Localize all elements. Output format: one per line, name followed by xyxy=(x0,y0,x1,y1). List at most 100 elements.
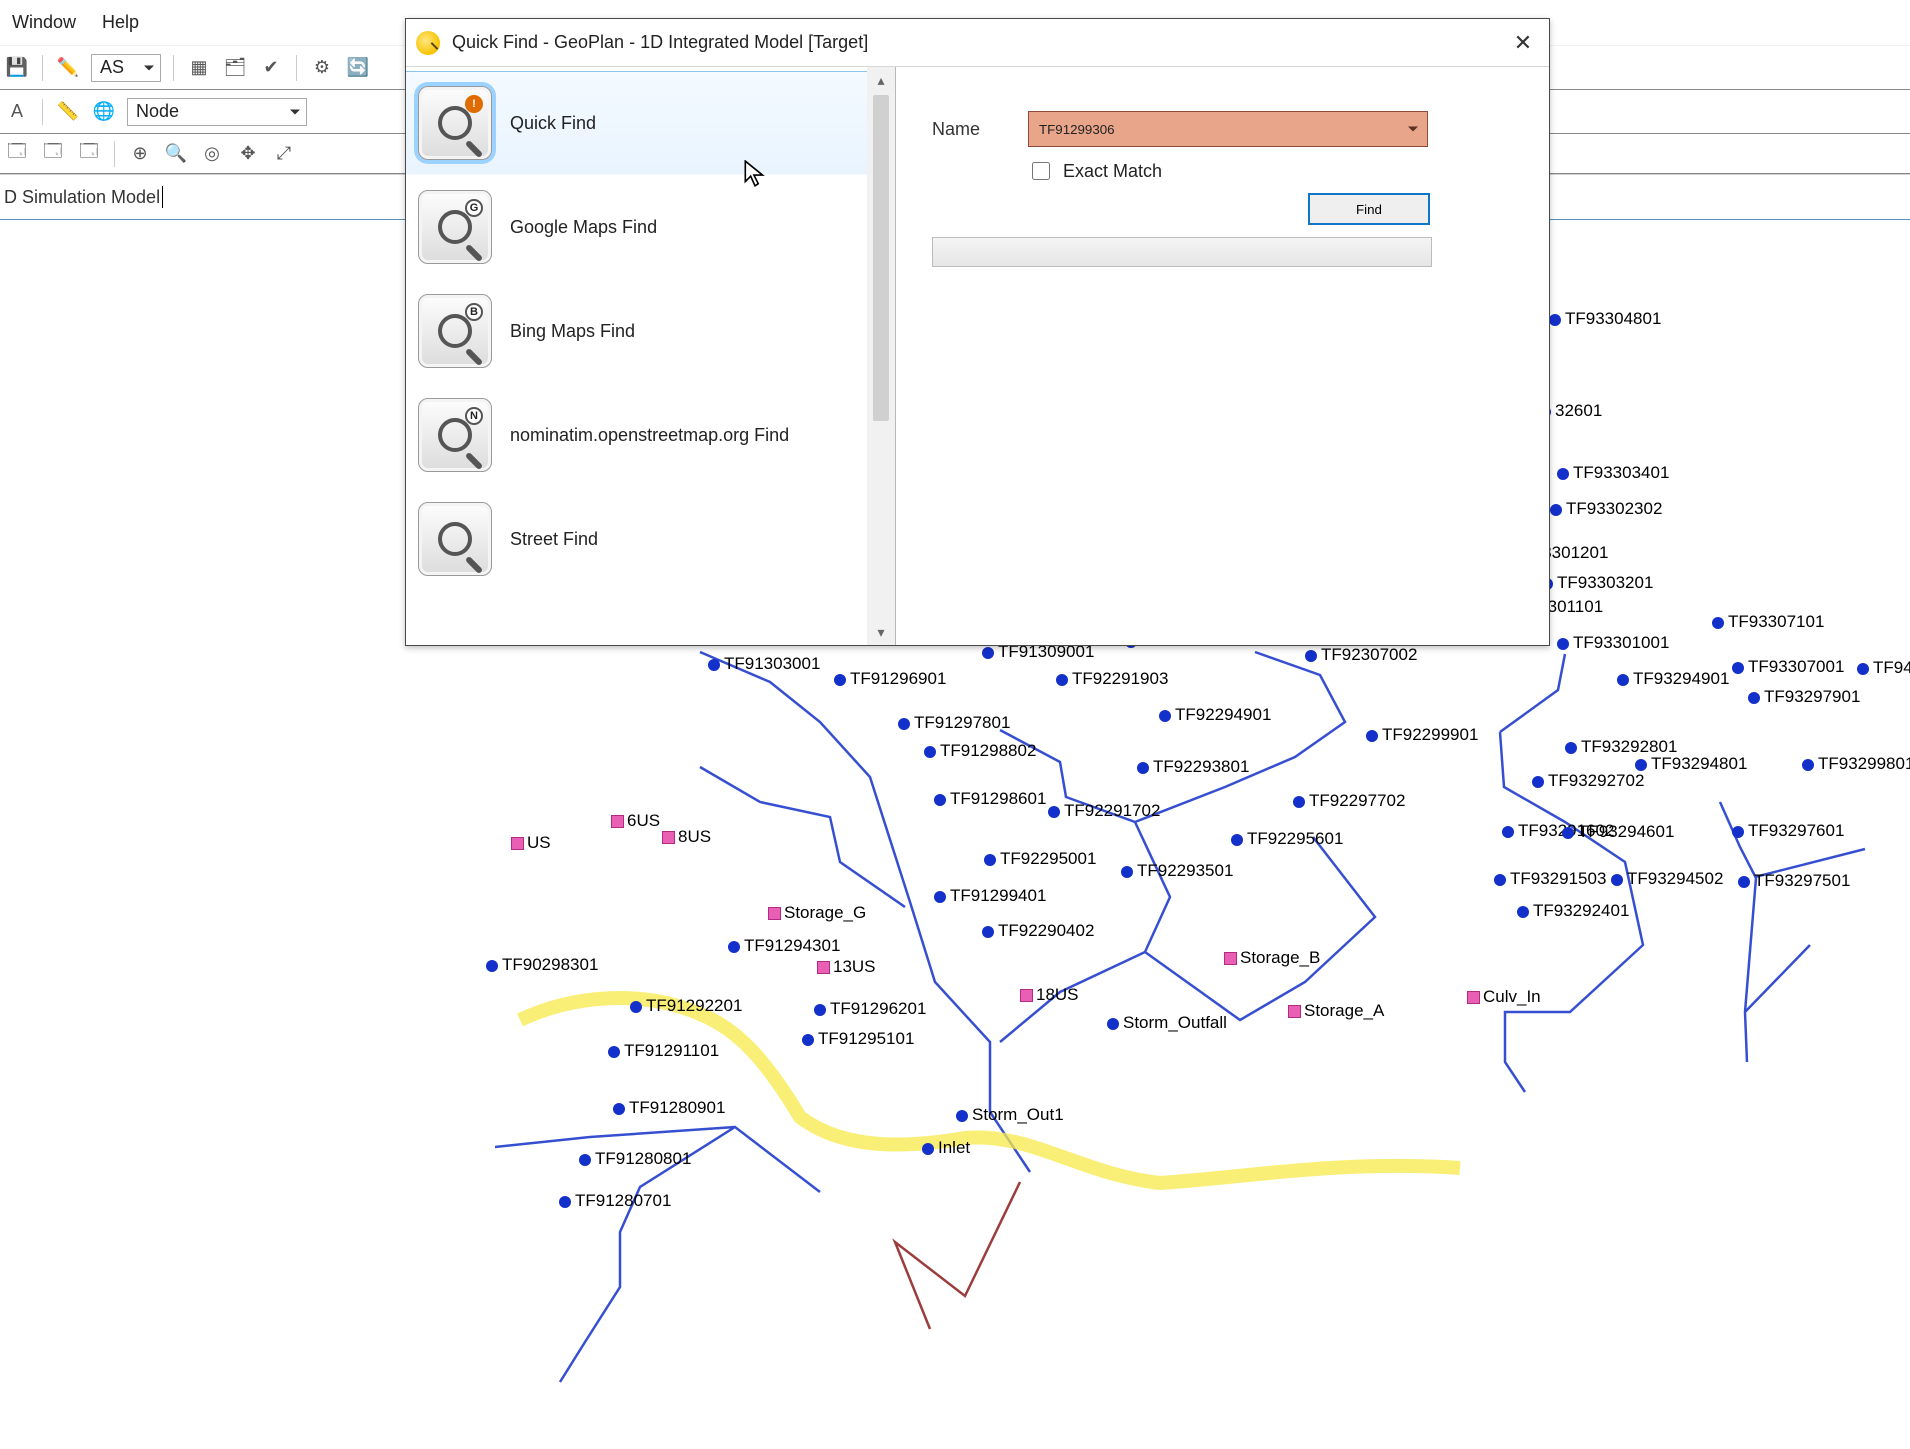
network-node[interactable]: 13US xyxy=(817,957,876,977)
network-node[interactable]: TF91280801 xyxy=(579,1149,691,1169)
network-node[interactable]: TF92299901 xyxy=(1366,725,1478,745)
network-node[interactable]: Storage_B xyxy=(1224,948,1320,968)
network-node[interactable]: TF93303401 xyxy=(1557,463,1669,483)
find-form-pane: Name Exact Match Find xyxy=(896,67,1549,645)
scroll-up-icon[interactable]: ▴ xyxy=(867,67,895,93)
tool-window2-icon[interactable]: 🗔 xyxy=(40,141,66,167)
dialog-titlebar[interactable]: Quick Find - GeoPlan - 1D Integrated Mod… xyxy=(406,19,1549,67)
network-node[interactable]: TF93294601 xyxy=(1562,822,1674,842)
tool-annotate-icon[interactable]: A xyxy=(4,99,30,125)
network-node[interactable]: TF93304801 xyxy=(1549,309,1661,329)
scroll-thumb[interactable] xyxy=(873,95,889,421)
network-node[interactable]: Storage_G xyxy=(768,903,866,923)
network-node[interactable]: TF93294801 xyxy=(1635,754,1747,774)
scroll-down-icon[interactable]: ▾ xyxy=(867,619,895,645)
network-node[interactable]: TF92291702 xyxy=(1048,801,1160,821)
network-node[interactable]: Culv_In xyxy=(1467,987,1541,1007)
network-node[interactable]: TF91280701 xyxy=(559,1191,671,1211)
tool-ruler-icon[interactable]: 📏 xyxy=(55,99,81,125)
find-type-quick-find[interactable]: ! Quick Find xyxy=(406,71,867,175)
network-node[interactable]: TF93292401 xyxy=(1517,901,1629,921)
network-node[interactable]: TF91294301 xyxy=(728,936,840,956)
network-node[interactable]: TF91291101 xyxy=(608,1041,719,1061)
network-node[interactable]: TF943 xyxy=(1857,658,1910,678)
tool-layers-icon[interactable]: 🗂 xyxy=(222,55,248,81)
tool-extent-icon[interactable]: ⤢ xyxy=(271,141,297,167)
network-node[interactable]: TF91292201 xyxy=(630,996,742,1016)
network-node[interactable]: 18US xyxy=(1020,985,1079,1005)
network-node[interactable]: TF91280901 xyxy=(613,1098,725,1118)
network-node[interactable]: TF93307001 xyxy=(1732,657,1844,677)
network-node[interactable]: TF91296201 xyxy=(814,999,926,1019)
network-node[interactable]: TF92297702 xyxy=(1293,791,1405,811)
tool-save-icon[interactable]: 💾 xyxy=(4,55,30,81)
find-type-google-maps[interactable]: G Google Maps Find xyxy=(406,175,867,279)
tool-zoom-select-icon[interactable]: ⊕ xyxy=(127,141,153,167)
network-node[interactable]: TF91299401 xyxy=(934,886,1046,906)
quick-find-dialog: Quick Find - GeoPlan - 1D Integrated Mod… xyxy=(405,18,1550,646)
network-node[interactable]: 8US xyxy=(662,827,711,847)
network-node[interactable]: TF91296901 xyxy=(834,669,946,689)
node-dropdown[interactable]: Node xyxy=(127,98,307,126)
network-node[interactable]: TF92294901 xyxy=(1159,705,1271,725)
network-node[interactable]: TF93292702 xyxy=(1532,771,1644,791)
network-node[interactable]: TF93294901 xyxy=(1617,669,1729,689)
find-type-nominatim[interactable]: N nominatim.openstreetmap.org Find xyxy=(406,383,867,487)
network-node[interactable]: Inlet xyxy=(922,1138,970,1158)
network-node[interactable]: TF93297501 xyxy=(1738,871,1850,891)
network-node[interactable]: TF91297801 xyxy=(898,713,1010,733)
menu-window[interactable]: Window xyxy=(12,12,76,33)
find-type-label: Bing Maps Find xyxy=(510,321,635,342)
tool-refresh-icon[interactable]: 🔄 xyxy=(345,55,371,81)
network-node[interactable]: TF93302302 xyxy=(1550,499,1662,519)
tool-globe-icon[interactable]: 🌐 xyxy=(91,99,117,125)
network-node[interactable]: TF91303001 xyxy=(708,654,820,674)
network-node[interactable]: Storm_Out1 xyxy=(956,1105,1064,1125)
network-node[interactable]: TF92295001 xyxy=(984,849,1096,869)
network-node[interactable]: TF93291503 xyxy=(1494,869,1606,889)
find-type-scrollbar[interactable]: ▴ ▾ xyxy=(867,67,895,645)
network-node[interactable]: 6US xyxy=(611,811,660,831)
network-node[interactable]: TF91298601 xyxy=(934,789,1046,809)
tool-window1-icon[interactable]: 🗔 xyxy=(4,141,30,167)
network-node[interactable]: US xyxy=(511,833,551,853)
network-node[interactable]: Storage_A xyxy=(1288,1001,1384,1021)
tool-edit-icon[interactable]: ✏️ xyxy=(55,55,81,81)
menu-help[interactable]: Help xyxy=(102,12,139,33)
tool-pan-icon[interactable]: ✥ xyxy=(235,141,261,167)
network-node[interactable]: TF93297901 xyxy=(1748,687,1860,707)
find-type-bing-maps[interactable]: B Bing Maps Find xyxy=(406,279,867,383)
network-node[interactable]: TF91295101 xyxy=(802,1029,914,1049)
network-node[interactable]: TF93303201 xyxy=(1541,573,1653,593)
name-label: Name xyxy=(932,119,1002,140)
network-node[interactable]: TF90298301 xyxy=(486,955,598,975)
tool-target-icon[interactable]: ◎ xyxy=(199,141,225,167)
network-node[interactable]: TF92293501 xyxy=(1121,861,1233,881)
network-node[interactable]: TF93297601 xyxy=(1732,821,1844,841)
network-node[interactable]: TF92290402 xyxy=(982,921,1094,941)
magnifier-icon: ! xyxy=(418,86,492,160)
network-node[interactable]: TF93301001 xyxy=(1557,633,1669,653)
network-node[interactable]: TF92293801 xyxy=(1137,757,1249,777)
network-node[interactable]: TF93294502 xyxy=(1611,869,1723,889)
find-type-street-find[interactable]: Street Find xyxy=(406,487,867,591)
network-node[interactable]: TF93307101 xyxy=(1712,612,1824,632)
tool-zoom-in-icon[interactable]: 🔍 xyxy=(163,141,189,167)
find-type-label: Quick Find xyxy=(510,113,596,134)
tool-run-icon[interactable]: ⚙ xyxy=(309,55,335,81)
network-node[interactable]: TF92295601 xyxy=(1231,829,1343,849)
find-button[interactable]: Find xyxy=(1308,193,1430,225)
network-node[interactable]: TF93299801 xyxy=(1802,754,1910,774)
tool-window3-icon[interactable]: 🗔 xyxy=(76,141,102,167)
find-type-label: Street Find xyxy=(510,529,598,550)
name-input[interactable] xyxy=(1028,111,1428,147)
network-node[interactable]: Storm_Outfall xyxy=(1107,1013,1227,1033)
network-node[interactable]: TF92307002 xyxy=(1305,645,1417,665)
exact-match-checkbox[interactable] xyxy=(1032,162,1050,180)
as-dropdown[interactable]: AS xyxy=(91,54,161,82)
network-node[interactable]: TF92291903 xyxy=(1056,669,1168,689)
tool-grid-icon[interactable]: ▦ xyxy=(186,55,212,81)
close-icon[interactable]: ✕ xyxy=(1497,19,1549,66)
network-node[interactable]: TF91298802 xyxy=(924,741,1036,761)
tool-validate-icon[interactable]: ✔ xyxy=(258,55,284,81)
